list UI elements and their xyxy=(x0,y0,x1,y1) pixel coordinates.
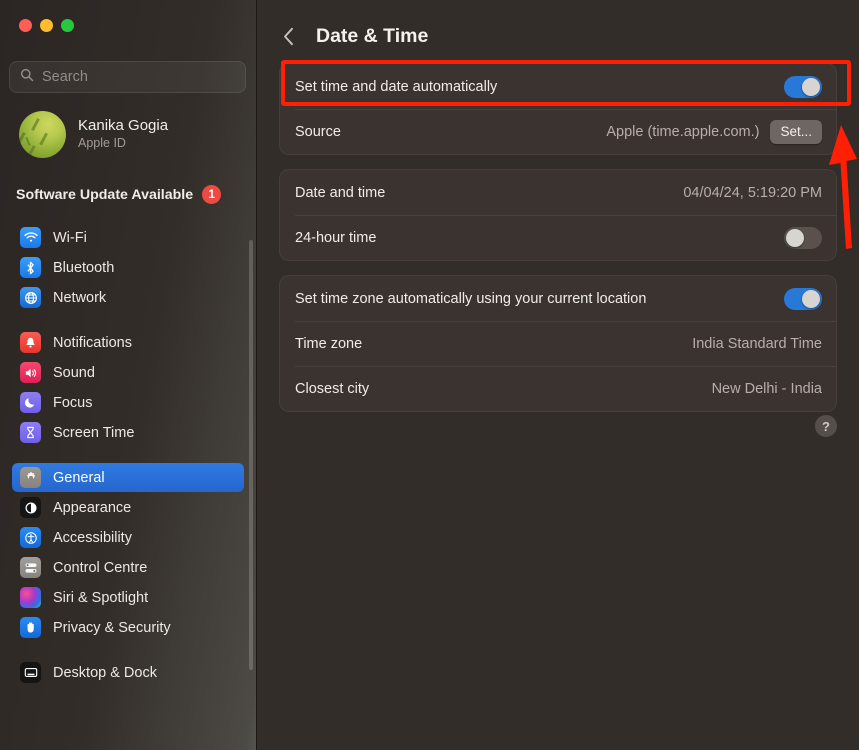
sidebar-item-label: Siri & Spotlight xyxy=(53,590,148,606)
sidebar-item-sound[interactable]: Sound xyxy=(12,358,244,387)
date-and-time-value: 04/04/24, 5:19:20 PM xyxy=(683,185,822,201)
sidebar-item-label: General xyxy=(53,470,105,486)
row-label: Closest city xyxy=(295,381,369,397)
sidebar-item-wi-fi[interactable]: Wi-Fi xyxy=(12,223,244,252)
sidebar-item-label: Sound xyxy=(53,365,95,381)
sidebar-item-label: Wi-Fi xyxy=(53,230,87,246)
row-set-time-zone-automatically[interactable]: Set time zone automatically using your c… xyxy=(280,276,836,321)
sidebar-item-screen-time[interactable]: Screen Time xyxy=(12,418,244,447)
wifi-icon xyxy=(20,227,41,248)
sidebar-item-label: Notifications xyxy=(53,335,132,351)
sidebar-group-connectivity: Wi-Fi Bluetooth xyxy=(0,223,256,312)
sidebar-item-accessibility[interactable]: Accessibility xyxy=(12,523,244,552)
closest-city-value: New Delhi - India xyxy=(712,381,822,397)
toggle-knob xyxy=(802,78,820,96)
row-label: Set time and date automatically xyxy=(295,79,497,95)
avatar xyxy=(19,111,66,158)
hand-icon xyxy=(20,617,41,638)
sidebar-item-label: Screen Time xyxy=(53,425,134,441)
row-label: Date and time xyxy=(295,185,385,201)
help-button[interactable]: ? xyxy=(815,415,837,437)
sidebar-item-label: Control Centre xyxy=(53,560,147,576)
toggle-knob xyxy=(802,290,820,308)
bell-icon xyxy=(20,332,41,353)
set-time-automatically-toggle[interactable] xyxy=(784,76,822,98)
row-date-and-time[interactable]: Date and time 04/04/24, 5:19:20 PM xyxy=(280,170,836,215)
account-name: Kanika Gogia xyxy=(78,117,168,135)
toggle-knob xyxy=(786,229,804,247)
set-time-zone-automatically-toggle[interactable] xyxy=(784,288,822,310)
sidebar-item-network[interactable]: Network xyxy=(12,283,244,312)
software-update-row[interactable]: Software Update Available 1 xyxy=(16,185,221,204)
moon-icon xyxy=(20,392,41,413)
row-source[interactable]: Source Apple (time.apple.com.) Set... xyxy=(280,109,836,154)
sidebar-item-appearance[interactable]: Appearance xyxy=(12,493,244,522)
zoom-window-button[interactable] xyxy=(61,19,74,32)
sidebar-item-label: Desktop & Dock xyxy=(53,665,157,681)
row-24-hour-time[interactable]: 24-hour time xyxy=(280,215,836,260)
apple-id-account-row[interactable]: Kanika Gogia Apple ID xyxy=(13,107,243,161)
24-hour-time-toggle[interactable] xyxy=(784,227,822,249)
contrast-circle-icon xyxy=(20,497,41,518)
sidebar: Kanika Gogia Apple ID Software Update Av… xyxy=(0,0,256,750)
auto-time-card: Set time and date automatically Source A… xyxy=(279,63,837,155)
sidebar-scrollbar[interactable] xyxy=(249,240,253,670)
back-button[interactable] xyxy=(277,24,299,48)
search-input[interactable] xyxy=(42,69,235,85)
bluetooth-icon xyxy=(20,257,41,278)
sidebar-item-privacy-security[interactable]: Privacy & Security xyxy=(12,613,244,642)
hourglass-icon xyxy=(20,422,41,443)
time-zone-card: Set time zone automatically using your c… xyxy=(279,275,837,412)
row-label: Time zone xyxy=(295,336,362,352)
speaker-icon xyxy=(20,362,41,383)
sidebar-item-label: Bluetooth xyxy=(53,260,114,276)
sidebar-group-notifications: Notifications Sound xyxy=(0,328,256,447)
sidebar-item-notifications[interactable]: Notifications xyxy=(12,328,244,357)
source-value: Apple (time.apple.com.) xyxy=(606,124,759,140)
sidebar-item-label: Appearance xyxy=(53,500,131,516)
network-globe-icon xyxy=(20,287,41,308)
sidebar-item-label: Accessibility xyxy=(53,530,132,546)
sidebar-group-desktop: Desktop & Dock xyxy=(0,658,256,687)
row-time-zone[interactable]: Time zone India Standard Time xyxy=(280,321,836,366)
accessibility-person-icon xyxy=(20,527,41,548)
minimize-window-button[interactable] xyxy=(40,19,53,32)
sidebar-item-focus[interactable]: Focus xyxy=(12,388,244,417)
window-traffic-lights xyxy=(19,19,74,32)
sliders-icon xyxy=(20,557,41,578)
set-button[interactable]: Set... xyxy=(770,120,822,144)
sidebar-item-bluetooth[interactable]: Bluetooth xyxy=(12,253,244,282)
system-settings-window: Kanika Gogia Apple ID Software Update Av… xyxy=(0,0,859,750)
sidebar-item-siri-spotlight[interactable]: Siri & Spotlight xyxy=(12,583,244,612)
sidebar-nav: Wi-Fi Bluetooth xyxy=(0,222,256,688)
page-title: Date & Time xyxy=(316,25,428,48)
row-closest-city[interactable]: Closest city New Delhi - India xyxy=(280,366,836,411)
row-label: 24-hour time xyxy=(295,230,376,246)
date-time-card: Date and time 04/04/24, 5:19:20 PM 24-ho… xyxy=(279,169,837,261)
row-label: Source xyxy=(295,124,341,140)
row-set-time-automatically[interactable]: Set time and date automatically xyxy=(280,64,836,109)
gear-icon xyxy=(20,467,41,488)
sidebar-item-general[interactable]: General xyxy=(12,463,244,492)
sidebar-group-system: General Appearance xyxy=(0,463,256,642)
search-field[interactable] xyxy=(9,61,246,93)
status-badge: 1 xyxy=(202,185,221,204)
search-icon xyxy=(20,68,34,87)
desktop-window-icon xyxy=(20,662,41,683)
sidebar-item-label: Privacy & Security xyxy=(53,620,171,636)
sidebar-item-label: Network xyxy=(53,290,106,306)
account-subtitle: Apple ID xyxy=(78,136,168,151)
sidebar-item-desktop-dock[interactable]: Desktop & Dock xyxy=(12,658,244,687)
sidebar-item-control-centre[interactable]: Control Centre xyxy=(12,553,244,582)
siri-orb-icon xyxy=(20,587,41,608)
close-window-button[interactable] xyxy=(19,19,32,32)
software-update-label: Software Update Available xyxy=(16,187,193,203)
main-content: Date & Time Set time and date automatica… xyxy=(256,0,859,750)
row-label: Set time zone automatically using your c… xyxy=(295,291,646,307)
time-zone-value: India Standard Time xyxy=(692,336,822,352)
sidebar-item-label: Focus xyxy=(53,395,93,411)
page-header: Date & Time xyxy=(257,0,859,56)
